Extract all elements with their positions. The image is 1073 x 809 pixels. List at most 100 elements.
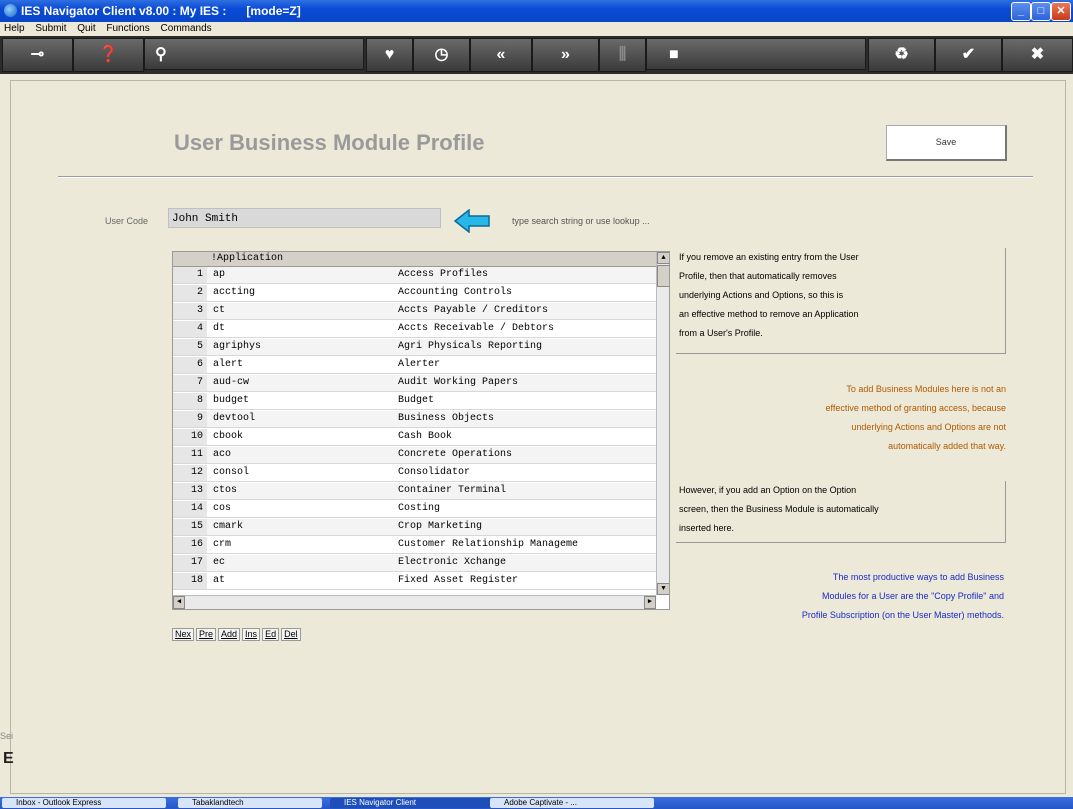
divider [58,176,1033,177]
task-tabaklandtech[interactable]: Tabaklandtech [178,798,322,808]
application-code[interactable]: crm [213,537,231,553]
application-code[interactable]: consol [213,465,249,481]
scroll-left-icon[interactable]: ◀ [173,596,185,609]
application-description: Electronic Xchange [398,557,507,568]
application-code[interactable]: accting [213,285,255,301]
table-row[interactable]: 10 cbook Cash Book [173,429,656,446]
search-button[interactable]: ⚲ [144,38,364,70]
table-row[interactable]: 2 accting Accounting Controls [173,285,656,302]
nav-next[interactable]: Nex [172,628,195,641]
side-label: Sei [0,731,14,741]
application-code[interactable]: ct [213,303,225,319]
table-row[interactable]: 11 aco Concrete Operations [173,447,656,464]
application-description: Consolidator [398,467,471,478]
application-code[interactable]: at [213,573,225,589]
split-button[interactable]: ⫼ [599,38,646,72]
menu-submit[interactable]: Submit [35,22,66,36]
scroll-right-icon[interactable]: ▶ [644,596,656,609]
application-code[interactable]: aud-cw [213,375,249,391]
table-row[interactable]: 9 devtool Business Objects [173,411,656,428]
application-code[interactable]: cos [213,501,231,517]
table-row[interactable]: 13 ctos Container Terminal [173,483,656,500]
table-row[interactable]: 17 ec Electronic Xchange [173,555,656,572]
clock-icon: ◷ [434,46,449,63]
key-button[interactable]: ⊸ [2,38,73,72]
application-code[interactable]: devtool [213,411,255,427]
note-option: However, if you add an Option on the Opt… [676,481,1006,543]
table-row[interactable]: 18 at Fixed Asset Register [173,573,656,590]
table-row[interactable]: 14 cos Costing [173,501,656,518]
table-row[interactable]: 16 crm Customer Relationship Manageme [173,537,656,554]
table-row[interactable]: 6 alert Alerter [173,357,656,374]
user-code-input[interactable]: John Smith [168,208,441,228]
task-adobe-captivate[interactable]: Adobe Captivate - ... [490,798,654,808]
table-row[interactable]: 15 cmark Crop Marketing [173,519,656,536]
column-header-application[interactable]: !Application [211,253,283,264]
scroll-thumb[interactable] [657,265,669,287]
note-productive: The most productive ways to add Business… [801,572,1004,620]
menu-functions[interactable]: Functions [106,22,149,36]
nav-insert[interactable]: Ins [242,628,261,641]
task-outlook[interactable]: Inbox - Outlook Express [2,798,166,808]
nav-add[interactable]: Add [218,628,241,641]
menu-help[interactable]: Help [4,22,25,36]
help-button[interactable]: ❓ [73,38,144,72]
nav-edit[interactable]: Ed [262,628,280,641]
user-code-label: User Code [105,216,149,226]
application-code[interactable]: cbook [213,429,243,445]
application-code[interactable]: alert [213,357,243,373]
menu-quit[interactable]: Quit [77,22,95,36]
note-remove: If you remove an existing entry from the… [676,248,1006,354]
back-icon: « [496,46,506,63]
task-ies-navigator[interactable]: IES Navigator Client [330,798,494,808]
minimize-icon[interactable]: _ [1011,2,1031,21]
nav-delete[interactable]: Del [281,628,301,641]
application-code[interactable]: agriphys [213,339,261,355]
scroll-down-icon[interactable]: ▼ [657,583,669,595]
application-description: Cash Book [398,431,453,442]
menu-commands[interactable]: Commands [161,22,212,36]
application-code[interactable]: cmark [213,519,243,535]
table-row[interactable]: 1 ap Access Profiles [173,267,656,284]
table-row[interactable]: 7 aud-cw Audit Working Papers [173,375,656,392]
window-titlebar: IES Navigator Client v8.00 : My IES : [m… [0,0,1073,22]
table-row[interactable]: 12 consol Consolidator [173,465,656,482]
application-code[interactable]: ap [213,267,225,283]
row-number: 4 [173,321,207,337]
scroll-up-icon[interactable]: ▲ [657,252,669,264]
table-row[interactable]: 8 budget Budget [173,393,656,410]
nav-previous[interactable]: Pre [196,628,217,641]
favourite-button[interactable]: ♥ [366,38,413,72]
application-description: Costing [398,503,441,514]
application-description: Accts Receivable / Debtors [398,323,555,334]
close-icon[interactable]: ✕ [1051,2,1071,21]
save-button[interactable]: Save [886,125,1007,161]
history-button[interactable]: ◷ [413,38,470,72]
side-icon[interactable]: E [3,750,14,768]
forward-button[interactable]: » [532,38,599,72]
maximize-icon[interactable]: □ [1031,2,1051,21]
table-row[interactable]: 3 ct Accts Payable / Creditors [173,303,656,320]
table-row[interactable]: 5 agriphys Agri Physicals Reporting [173,339,656,356]
heart-icon: ♥ [384,46,395,63]
back-button[interactable]: « [470,38,532,72]
row-number: 8 [173,393,207,409]
application-code[interactable]: dt [213,321,225,337]
horizontal-scrollbar[interactable]: ◀ ▶ [173,595,656,609]
application-code[interactable]: ec [213,555,225,571]
cancel-button[interactable]: ✖ [1002,38,1073,72]
refresh-button[interactable]: ♻ [868,38,935,72]
table-row[interactable]: 4 dt Accts Receivable / Debtors [173,321,656,338]
row-number: 7 [173,375,207,391]
row-number: 16 [173,537,207,553]
row-number: 5 [173,339,207,355]
row-number: 11 [173,447,207,463]
square-button[interactable]: ■ [646,38,866,70]
application-code[interactable]: aco [213,447,231,463]
application-description: Access Profiles [398,269,489,280]
vertical-scrollbar[interactable]: ▲ ▼ [656,252,669,595]
application-code[interactable]: budget [213,393,249,409]
accept-button[interactable]: ✔ [935,38,1002,72]
application-description: Concrete Operations [398,449,513,460]
application-code[interactable]: ctos [213,483,237,499]
